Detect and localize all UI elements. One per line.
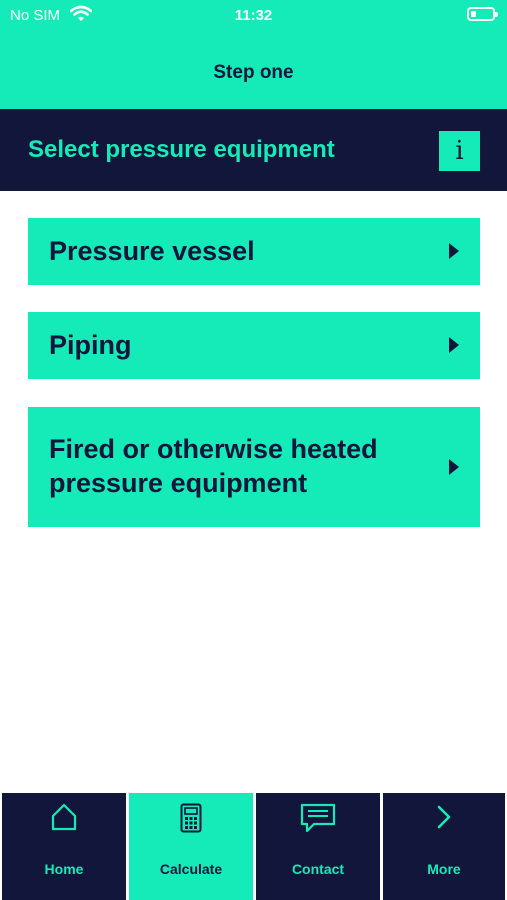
chevron-right-icon <box>383 803 505 836</box>
battery-icon <box>467 7 498 21</box>
clock: 11:32 <box>234 7 273 24</box>
tab-calculate[interactable]: Calculate <box>129 793 253 900</box>
tab-label: Contact <box>291 861 345 877</box>
chevron-right-icon <box>449 337 459 353</box>
option-label: Fired or otherwise heated pressure equip… <box>49 434 378 498</box>
option-pressure-vessel[interactable]: Pressure vessel <box>28 218 480 285</box>
status-bar: No SIM 11:32 <box>0 0 507 30</box>
info-button[interactable]: i <box>439 131 480 171</box>
tab-contact[interactable]: Contact <box>256 793 380 900</box>
chevron-right-icon <box>449 459 459 475</box>
tab-label: More <box>427 861 461 877</box>
top-bar: No SIM 11:32 Step one <box>0 0 507 109</box>
section-header: Select pressure equipment <box>0 109 507 191</box>
tab-home[interactable]: Home <box>2 793 126 900</box>
chevron-right-icon <box>449 243 459 259</box>
home-icon <box>2 803 126 836</box>
calculator-icon <box>129 803 253 838</box>
tab-label: Calculate <box>159 861 223 877</box>
tab-label: Home <box>44 861 84 877</box>
option-label: Pressure vessel <box>49 236 255 266</box>
section-title: Select pressure equipment <box>28 136 335 163</box>
option-piping[interactable]: Piping <box>28 312 480 379</box>
option-fired-heated-equipment[interactable]: Fired or otherwise heated pressure equip… <box>28 407 480 527</box>
tab-bar: Home Calculate Contact More <box>0 791 507 900</box>
option-label: Piping <box>49 330 132 360</box>
message-icon <box>256 803 380 838</box>
page-title: Step one <box>213 62 294 83</box>
tab-more[interactable]: More <box>383 793 505 900</box>
